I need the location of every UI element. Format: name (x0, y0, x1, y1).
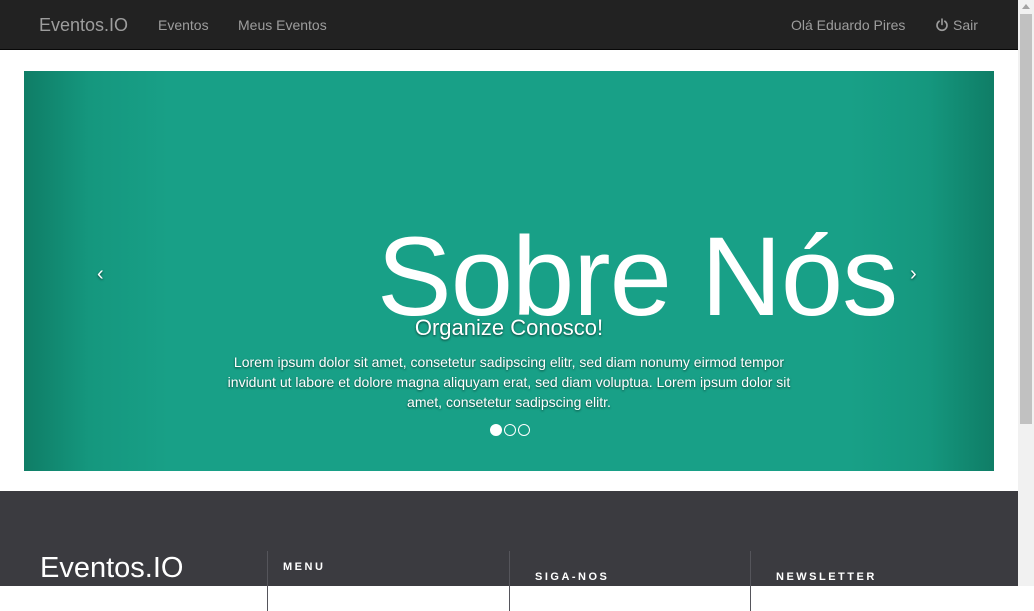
carousel-indicators (490, 424, 530, 436)
footer-divider (509, 551, 510, 611)
scrollbar-thumb[interactable] (1020, 14, 1032, 424)
footer-divider (267, 551, 268, 611)
logout-label: Sair (953, 17, 978, 33)
user-greeting-link[interactable]: Olá Eduardo Pires (791, 17, 905, 33)
footer-menu-heading: MENU (283, 561, 326, 573)
carousel-indicator[interactable] (518, 424, 530, 436)
page-scrollbar[interactable] (1018, 0, 1034, 586)
brand-link[interactable]: Eventos.IO (39, 14, 128, 36)
footer-brand: Eventos.IO (40, 552, 184, 584)
caption-title: Organize Conosco! (414, 315, 604, 340)
logout-link[interactable]: Sair (935, 17, 978, 35)
caption-text: Lorem ipsum dolor sit amet, consetetur s… (227, 354, 791, 410)
footer-divider (750, 551, 751, 611)
nav-link-eventos[interactable]: Eventos (158, 17, 209, 33)
power-icon (935, 18, 949, 35)
page-footer: Eventos.IO MENU SIGA-NOS NEWSLETTER (0, 491, 1018, 611)
slide-caption: Organize Conosco! Lorem ipsum dolor sit … (214, 315, 804, 412)
top-navbar: Eventos.IO Eventos Meus Eventos Olá Edua… (0, 0, 1018, 50)
footer-newsletter-heading: NEWSLETTER (776, 571, 877, 583)
carousel-indicator[interactable] (504, 424, 516, 436)
scroll-up-arrow-icon[interactable] (1022, 4, 1030, 9)
carousel-indicator[interactable] (490, 424, 502, 436)
hero-carousel: Sobre Nós Organize Conosco! Lorem ipsum … (24, 71, 994, 471)
footer-follow-heading: SIGA-NOS (535, 571, 610, 583)
carousel-prev-button[interactable]: ‹ (97, 264, 104, 284)
carousel-next-button[interactable]: › (910, 264, 917, 284)
nav-link-meus-eventos[interactable]: Meus Eventos (238, 17, 327, 33)
